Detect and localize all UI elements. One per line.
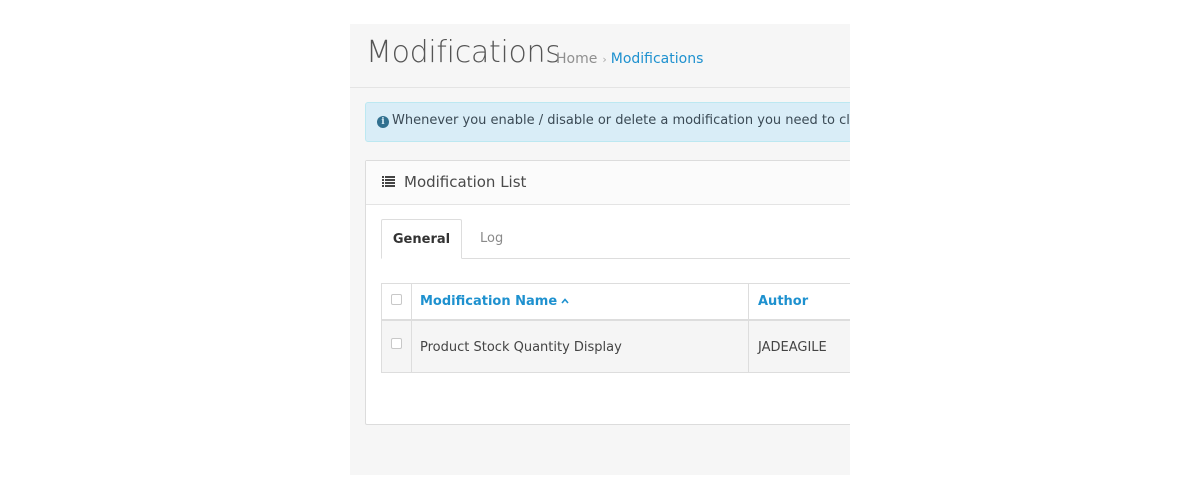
- table-row: Product Stock Quantity Display JADEAGILE: [382, 321, 850, 372]
- breadcrumb: Home › Modifications: [556, 51, 703, 67]
- modification-name-cell: Product Stock Quantity Display: [420, 340, 622, 355]
- tab-general[interactable]: General: [381, 219, 462, 259]
- column-header-modification-name[interactable]: Modification Name: [420, 294, 569, 309]
- list-icon: [382, 176, 395, 187]
- column-header-modification-name-label: Modification Name: [420, 294, 558, 309]
- tab-log[interactable]: Log: [480, 219, 503, 258]
- row-checkbox[interactable]: [391, 338, 402, 349]
- page-title: Modifications: [366, 35, 561, 70]
- table-header: Modification Name Author: [382, 284, 850, 321]
- breadcrumb-separator-icon: ›: [602, 53, 607, 66]
- column-divider: [411, 284, 412, 372]
- panel-title: Modification List: [404, 173, 527, 191]
- column-header-author[interactable]: Author: [758, 294, 808, 309]
- info-alert: i Whenever you enable / disable or delet…: [365, 102, 850, 142]
- column-divider: [748, 284, 749, 372]
- modification-table: Modification Name Author Product Stock Q…: [381, 283, 850, 373]
- breadcrumb-home-link[interactable]: Home: [556, 51, 597, 67]
- info-circle-icon: i: [377, 116, 389, 128]
- content-area: Modifications Home › Modifications i Whene…: [350, 24, 850, 475]
- page-header: Modifications Home › Modifications: [350, 24, 850, 88]
- sort-ascending-icon: [561, 298, 569, 304]
- tab-bar: General Log: [381, 219, 850, 259]
- breadcrumb-modifications-link[interactable]: Modifications: [611, 51, 704, 67]
- select-all-checkbox[interactable]: [391, 294, 402, 305]
- panel-heading: Modification List: [366, 161, 850, 205]
- alert-message: Whenever you enable / disable or delete …: [392, 113, 850, 128]
- modification-list-panel: Modification List General Log Modificati…: [365, 160, 850, 425]
- author-cell: JADEAGILE: [758, 340, 827, 355]
